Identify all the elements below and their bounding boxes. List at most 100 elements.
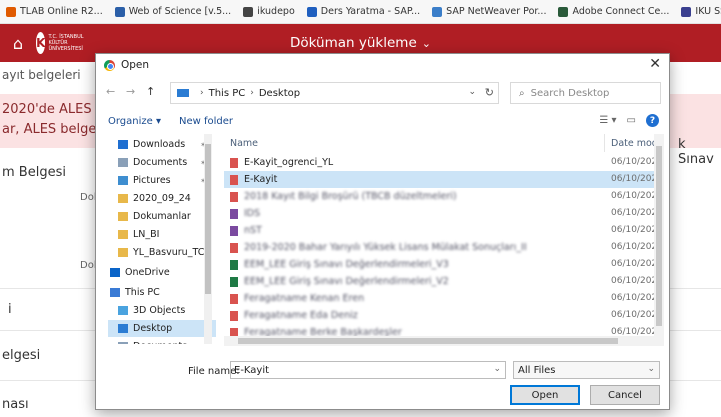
page-section-header: ayıt belgeleri (2, 68, 81, 82)
pdf-icon (230, 311, 238, 321)
address-bar[interactable]: › This PC › Desktop ⌄ ↻ (170, 82, 499, 104)
bookmark-item[interactable]: ikudepo (237, 6, 301, 17)
open-button[interactable]: Open (510, 385, 580, 405)
refresh-icon[interactable]: ↻ (485, 86, 494, 99)
bookmark-item[interactable]: TLAB Online R2... (0, 6, 109, 17)
excel-icon (230, 277, 238, 287)
image-icon (230, 209, 238, 219)
file-row[interactable]: Feragatname Kenan Eren 06/10/2020 (224, 290, 661, 307)
file-row[interactable]: IDS 06/10/2020 (224, 205, 661, 222)
desktop-icon (118, 324, 128, 333)
column-name-header[interactable]: Name (230, 138, 258, 149)
column-divider[interactable] (604, 134, 605, 152)
download-icon (118, 140, 128, 149)
column-headers: Name Date modifi (224, 134, 661, 152)
chevron-right-icon: › (200, 88, 204, 98)
nav-item[interactable]: 3D Objects (108, 302, 216, 319)
file-row[interactable]: EEM_LEE Giriş Sınavı Değerlendirmeleri_V… (224, 273, 661, 290)
nav-item[interactable]: This PC (108, 284, 216, 301)
pdf-icon (230, 243, 238, 253)
help-icon[interactable]: ? (646, 114, 659, 127)
file-list-hscrollbar[interactable] (224, 336, 654, 346)
chevron-down-icon[interactable]: ⌄ (493, 364, 501, 374)
file-name-input[interactable]: E-Kayit ⌄ (230, 361, 506, 379)
file-type-select[interactable]: All Files ⌄ (513, 361, 660, 379)
file-name: nST (244, 225, 262, 236)
forward-icon[interactable]: → (126, 85, 135, 98)
document-item-5: nası (2, 397, 29, 412)
toolbar-right: ☰ ▾ ▭ ? (599, 114, 659, 127)
file-row[interactable]: E-Kayit 06/10/2020 (224, 171, 661, 188)
file-row[interactable]: E-Kayit_ogrenci_YL 06/10/2020 (224, 154, 661, 171)
file-list-scrollbar-thumb[interactable] (656, 146, 662, 326)
file-type-value: All Files (518, 364, 556, 376)
file-row[interactable]: EEM_LEE Giriş Sınavı Değerlendirmeleri_V… (224, 256, 661, 273)
nav-item[interactable]: Pictures✶ (108, 172, 216, 189)
bookmark-item[interactable]: Web of Science [v.5... (109, 6, 237, 17)
nav-item[interactable]: 2020_09_24 (108, 190, 216, 207)
document-item-3: i (8, 302, 12, 317)
cancel-button[interactable]: Cancel (590, 385, 660, 405)
chevron-down-icon: ⌄ (421, 37, 431, 50)
pdf-icon (230, 175, 238, 185)
wos-icon (114, 6, 125, 17)
back-icon[interactable]: ← (106, 85, 115, 98)
nav-scrollbar-thumb[interactable] (205, 144, 211, 294)
chevron-down-icon[interactable]: ⌄ (647, 364, 655, 374)
file-name: E-Kayit_ogrenci_YL (244, 157, 334, 168)
site-title[interactable]: Döküman yükleme ⌄ (0, 35, 721, 51)
file-name: EEM_LEE Giriş Sınavı Değerlendirmeleri_V… (244, 276, 449, 287)
new-folder-button[interactable]: New folder (179, 116, 233, 127)
bookmark-label: Web of Science [v.5... (128, 6, 232, 17)
nav-item[interactable]: Desktop (108, 320, 216, 337)
file-list-scrollbar[interactable] (654, 134, 664, 346)
bookmark-icon (6, 6, 16, 17)
file-row[interactable]: 2018 Kayıt Bilgi Broşürü (TBCB düzeltmel… (224, 188, 661, 205)
nav-item[interactable]: Dokumanlar (108, 208, 216, 225)
nav-item-label: 3D Objects (133, 305, 186, 316)
file-name: IDS (244, 208, 261, 219)
search-input[interactable]: ⌕ Search Desktop (510, 82, 661, 104)
nav-item[interactable]: Documents (108, 338, 216, 344)
file-row[interactable]: nST 06/10/2020 (224, 222, 661, 239)
view-options-icon[interactable]: ☰ ▾ (599, 115, 616, 126)
address-row: ← → ↑ › This PC › Desktop ⌄ ↻ ⌕ Search D… (96, 80, 669, 106)
file-row[interactable]: Feragatname Eda Deniz 06/10/2020 (224, 307, 661, 324)
nav-item-label: 2020_09_24 (133, 193, 191, 204)
nav-item-label: YL_Basvuru_TC (133, 247, 205, 258)
preview-pane-icon[interactable]: ▭ (627, 115, 636, 126)
folder-icon (118, 194, 128, 203)
close-icon[interactable]: ✕ (649, 56, 661, 72)
bookmark-item[interactable]: IKU SSLVPN PORTA (675, 6, 721, 17)
file-name: Feragatname Kenan Eren (244, 293, 365, 304)
nav-item-label: Dokumanlar (133, 211, 191, 222)
breadcrumb-desktop[interactable]: Desktop (259, 88, 300, 99)
file-row[interactable]: 2019-2020 Bahar Yarıyılı Yüksek Lisans M… (224, 239, 661, 256)
nav-item[interactable]: LN_BI (108, 226, 216, 243)
nav-item[interactable]: Downloads✶ (108, 136, 216, 153)
nav-item[interactable]: OneDrive (108, 264, 216, 281)
file-list-hscrollbar-thumb[interactable] (238, 338, 618, 344)
nav-item-label: Downloads (133, 139, 186, 150)
up-icon[interactable]: ↑ (146, 85, 155, 98)
bookmark-item[interactable]: Ders Yaratma - SAP... (301, 6, 426, 17)
chevron-down-icon[interactable]: ⌄ (468, 87, 476, 97)
file-name-value: E-Kayit (234, 364, 270, 376)
right-fragment-text: k Sınav (678, 137, 714, 167)
pdf-icon (230, 294, 238, 304)
organize-button[interactable]: Organize ▾ (108, 116, 161, 127)
nav-item-label: Desktop (133, 323, 173, 334)
nav-item[interactable]: YL_Basvuru_TC (108, 244, 216, 261)
bookmark-item[interactable]: SAP NetWeaver Por... (426, 6, 552, 17)
nav-item-label: Documents (133, 157, 188, 168)
dialog-toolbar: Organize ▾ New folder ☰ ▾ ▭ ? (96, 110, 669, 132)
image-icon (230, 226, 238, 236)
bookmark-item[interactable]: Adobe Connect Ce... (552, 6, 675, 17)
breadcrumb-this-pc[interactable]: This PC (209, 88, 246, 99)
nav-item[interactable]: Documents✶ (108, 154, 216, 171)
folder-icon (177, 89, 189, 97)
globe-icon (243, 6, 254, 17)
adobe-icon (558, 6, 569, 17)
file-name: Feragatname Eda Deniz (244, 310, 358, 321)
nav-scrollbar[interactable] (204, 134, 212, 344)
